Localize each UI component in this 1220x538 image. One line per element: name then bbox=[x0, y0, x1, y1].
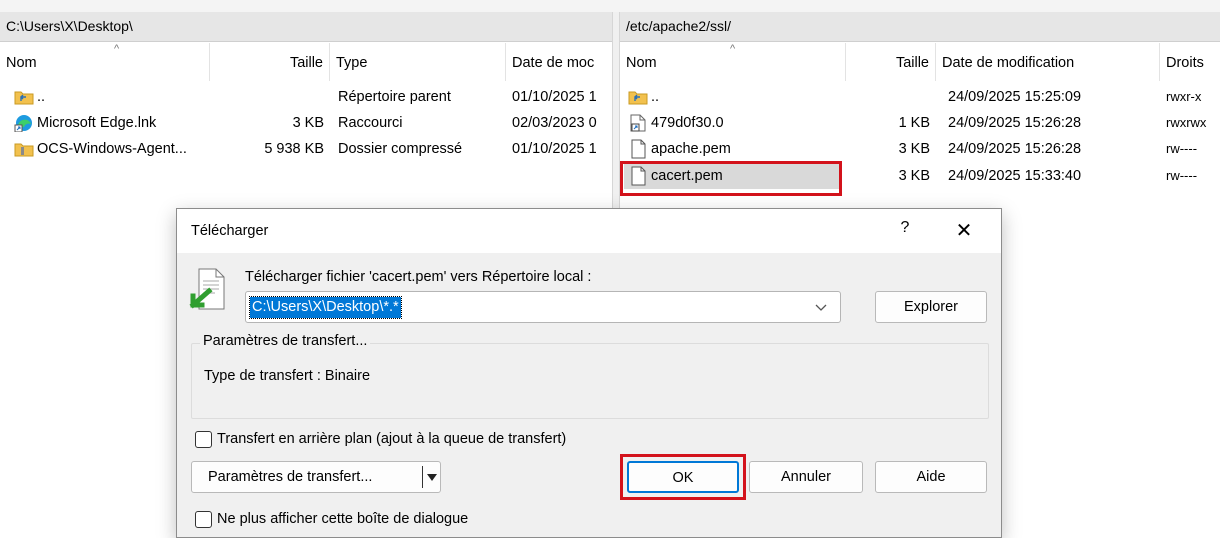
right-col-rights[interactable]: Droits bbox=[1160, 43, 1220, 81]
file-name: Microsoft Edge.lnk bbox=[37, 115, 157, 131]
file-date: 02/03/2023 0 bbox=[512, 115, 597, 131]
window-top-strip bbox=[0, 0, 1220, 12]
left-col-date-label: Date de moc bbox=[512, 55, 595, 71]
left-path-bar[interactable]: C:\Users\X\Desktop\ bbox=[0, 12, 612, 42]
file-name: .. bbox=[37, 89, 46, 105]
file-type: Répertoire parent bbox=[338, 89, 451, 105]
file-rights: rwxrwx bbox=[1166, 115, 1207, 130]
file-date: 01/10/2025 1 bbox=[512, 89, 597, 105]
dont-show-label[interactable]: Ne plus afficher cette boîte de dialogue bbox=[217, 511, 468, 527]
file-size: 1 KB bbox=[898, 115, 930, 131]
file-size: 3 KB bbox=[898, 141, 930, 157]
file-type: Dossier compressé bbox=[338, 141, 463, 157]
zip-folder-icon bbox=[14, 143, 34, 157]
file-rights: rw---- bbox=[1166, 141, 1198, 156]
file-type: Raccourci bbox=[338, 115, 403, 131]
file-size bbox=[210, 84, 324, 110]
file-date: 24/09/2025 15:25:09 bbox=[948, 89, 1082, 105]
download-dialog: Télécharger ? ✕ Télécharger fichier 'cac… bbox=[176, 208, 1002, 538]
file-name: .. bbox=[651, 89, 660, 105]
file-date: 24/09/2025 15:33:40 bbox=[948, 168, 1082, 184]
parent-folder-icon bbox=[628, 91, 648, 105]
table-row[interactable]: Microsoft Edge.lnk 3 KB Raccourci 02/03/… bbox=[0, 110, 612, 136]
dropdown-arrow-icon[interactable] bbox=[426, 473, 438, 483]
file-date: 24/09/2025 15:26:28 bbox=[948, 141, 1082, 157]
table-row[interactable]: 479d0f30.0 1 KB 24/09/2025 15:26:28 rwxr… bbox=[620, 110, 1220, 136]
transfer-type-text: Type de transfert : Binaire bbox=[204, 368, 371, 384]
parent-folder-icon bbox=[14, 91, 34, 105]
left-col-type-label: Type bbox=[336, 55, 368, 71]
highlight-ok-button bbox=[620, 454, 746, 500]
file-size: 3 KB bbox=[898, 168, 930, 184]
dont-show-checkbox[interactable] bbox=[195, 511, 212, 528]
file-rights: rw---- bbox=[1166, 168, 1198, 183]
sort-ascending-icon: ^ bbox=[730, 43, 736, 55]
target-path-input[interactable]: C:\Users\X\Desktop\*.* bbox=[249, 296, 402, 319]
right-col-date[interactable]: Date de modification bbox=[936, 43, 1160, 81]
left-col-size[interactable]: Taille bbox=[210, 43, 330, 81]
download-file-icon bbox=[189, 268, 225, 310]
link-file-icon bbox=[630, 114, 646, 132]
right-column-header: Nom ^ Taille Date de modification Droits bbox=[620, 43, 1220, 81]
left-col-type[interactable]: Type bbox=[330, 43, 506, 81]
target-path-combobox[interactable]: C:\Users\X\Desktop\*.* bbox=[245, 291, 841, 323]
file-icon bbox=[631, 139, 646, 159]
file-date: 01/10/2025 1 bbox=[512, 141, 597, 157]
left-col-date[interactable]: Date de moc bbox=[506, 43, 612, 81]
right-col-size-label: Taille bbox=[895, 55, 929, 71]
transfer-settings-button-label: Paramètres de transfert... bbox=[208, 469, 373, 485]
right-col-size[interactable]: Taille bbox=[846, 43, 936, 81]
dialog-title: Télécharger bbox=[191, 223, 269, 239]
chevron-down-icon[interactable] bbox=[814, 303, 828, 313]
highlight-selected-file bbox=[620, 161, 842, 196]
table-row[interactable]: .. 24/09/2025 15:25:09 rwxr-x bbox=[620, 84, 1220, 110]
file-size: 5 938 KB bbox=[264, 141, 324, 157]
right-col-date-label: Date de modification bbox=[942, 55, 1075, 71]
left-col-name[interactable]: Nom bbox=[0, 43, 210, 81]
sort-ascending-icon: ^ bbox=[114, 43, 120, 55]
table-row[interactable]: apache.pem 3 KB 24/09/2025 15:26:28 rw--… bbox=[620, 136, 1220, 162]
dialog-title-bar: Télécharger ? ✕ bbox=[177, 209, 1001, 253]
file-rights: rwxr-x bbox=[1166, 89, 1202, 104]
right-path-text: /etc/apache2/ssl/ bbox=[626, 18, 732, 34]
right-path-bar[interactable]: /etc/apache2/ssl/ bbox=[620, 12, 1220, 42]
explorer-button[interactable]: Explorer bbox=[875, 291, 987, 323]
file-name: apache.pem bbox=[651, 141, 731, 157]
download-prompt: Télécharger fichier 'cacert.pem' vers Ré… bbox=[245, 269, 592, 285]
transfer-settings-button[interactable]: Paramètres de transfert... bbox=[191, 461, 441, 493]
right-col-name-label: Nom bbox=[626, 55, 657, 71]
right-col-rights-label: Droits bbox=[1166, 55, 1204, 71]
file-name: OCS-Windows-Agent... bbox=[37, 141, 187, 157]
file-size bbox=[846, 84, 930, 110]
help-icon[interactable]: ? bbox=[893, 219, 917, 243]
left-col-name-label: Nom bbox=[6, 55, 37, 71]
table-row[interactable]: .. Répertoire parent 01/10/2025 1 bbox=[0, 84, 612, 110]
file-name: 479d0f30.0 bbox=[651, 115, 724, 131]
file-size: 3 KB bbox=[292, 115, 324, 131]
cancel-button[interactable]: Annuler bbox=[749, 461, 863, 493]
background-transfer-checkbox[interactable] bbox=[195, 431, 212, 448]
left-col-size-label: Taille bbox=[289, 55, 323, 71]
help-button[interactable]: Aide bbox=[875, 461, 987, 493]
split-divider bbox=[422, 466, 423, 488]
edge-shortcut-icon bbox=[14, 115, 32, 133]
background-transfer-label[interactable]: Transfert en arrière plan (ajout à la qu… bbox=[217, 431, 566, 447]
left-column-header: Nom ^ Taille Type Date de moc bbox=[0, 43, 612, 81]
transfer-settings-group: Paramètres de transfert... Type de trans… bbox=[191, 333, 989, 419]
file-date: 24/09/2025 15:26:28 bbox=[948, 115, 1082, 131]
left-path-text: C:\Users\X\Desktop\ bbox=[6, 18, 133, 34]
close-icon[interactable]: ✕ bbox=[949, 217, 979, 245]
table-row[interactable]: OCS-Windows-Agent... 5 938 KB Dossier co… bbox=[0, 136, 612, 162]
group-title: Paramètres de transfert... bbox=[200, 333, 371, 349]
